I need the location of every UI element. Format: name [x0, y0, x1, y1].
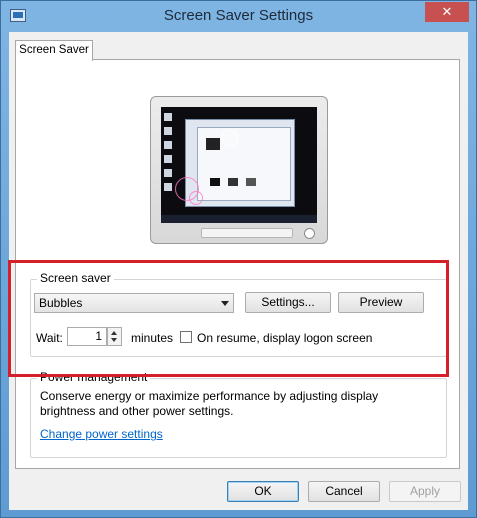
wait-minutes-stepper[interactable] — [107, 327, 122, 346]
resume-logon-checkbox[interactable] — [180, 331, 192, 343]
change-power-settings-link[interactable]: Change power settings — [40, 427, 163, 441]
apply-button[interactable]: Apply — [389, 481, 461, 502]
close-button[interactable]: ✕ — [425, 2, 469, 22]
power-description-line1: Conserve energy or maximize performance … — [40, 389, 379, 403]
window-title: Screen Saver Settings — [163, 7, 314, 24]
screen-saver-group-label: Screen saver — [37, 271, 114, 285]
preview-screen — [161, 107, 317, 223]
settings-button[interactable]: Settings... — [245, 292, 331, 313]
cancel-button[interactable]: Cancel — [308, 481, 380, 502]
screen-saver-selected-value: Bubbles — [39, 296, 83, 310]
spin-down-icon[interactable] — [111, 338, 117, 342]
bubble-shape — [221, 129, 239, 147]
tab-screen-saver[interactable]: Screen Saver — [15, 40, 93, 61]
screen-saver-preview-monitor — [150, 96, 328, 244]
screen-saver-select[interactable]: Bubbles — [34, 293, 234, 313]
preview-window-front — [197, 127, 291, 201]
resume-logon-label[interactable]: On resume, display logon screen — [197, 331, 372, 345]
power-description-line2: brightness and other power settings. — [40, 404, 234, 418]
spin-up-icon[interactable] — [111, 331, 117, 335]
minutes-label: minutes — [131, 331, 174, 345]
bubble-shape — [189, 191, 203, 205]
preview-button[interactable]: Preview — [338, 292, 424, 313]
preview-taskbar — [161, 215, 317, 223]
power-management-group-label: Power management — [37, 370, 151, 384]
wait-label: Wait: — [36, 331, 63, 345]
wait-minutes-input[interactable]: 1 — [67, 327, 107, 346]
ok-button[interactable]: OK — [227, 481, 299, 502]
chevron-down-icon — [221, 301, 229, 306]
title-bar[interactable]: Screen Saver Settings ✕ — [1, 1, 476, 32]
power-button-icon — [304, 228, 315, 239]
monitor-base — [201, 228, 293, 238]
